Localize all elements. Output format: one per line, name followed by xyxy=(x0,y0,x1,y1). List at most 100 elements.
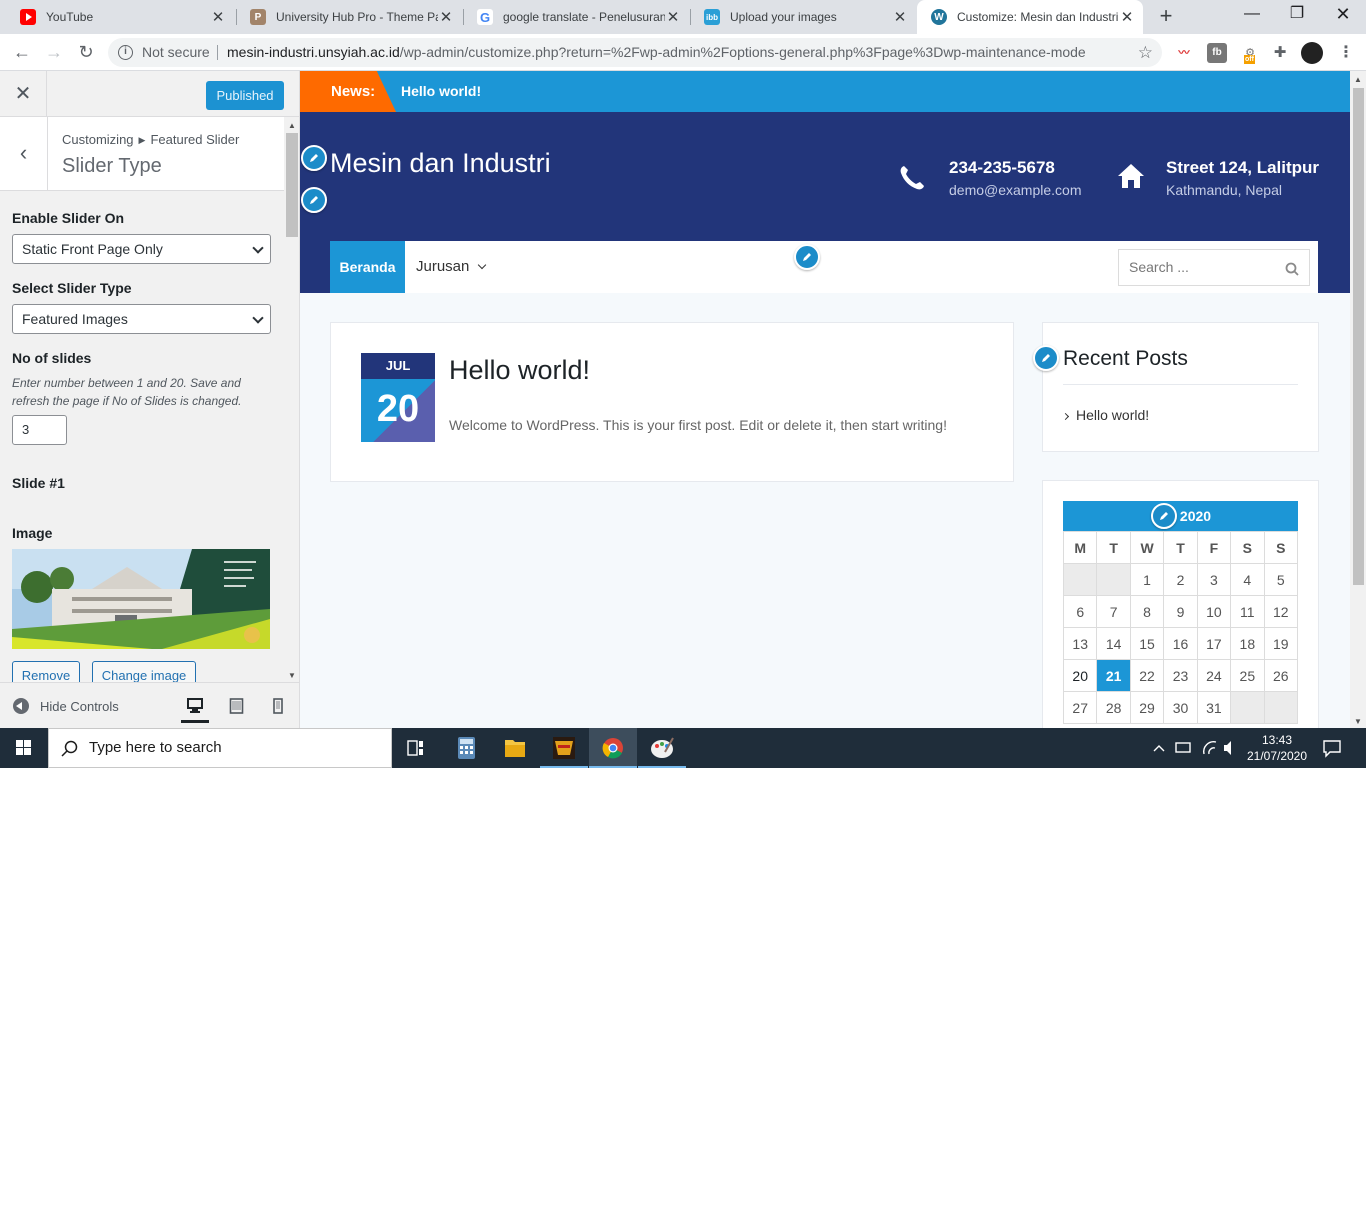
new-tab-button[interactable]: + xyxy=(1155,5,1177,27)
section-title: Slider Type xyxy=(62,155,162,177)
menu-item-beranda[interactable]: Beranda xyxy=(330,241,405,293)
menu-item-jurusan[interactable]: Jurusan xyxy=(416,241,487,293)
minimize-icon[interactable]: — xyxy=(1242,4,1262,24)
customizer-header: ✕ Published xyxy=(0,71,299,117)
news-item-link[interactable]: Hello world! xyxy=(401,71,481,112)
calendar-day-header: F xyxy=(1196,531,1232,564)
game-app[interactable] xyxy=(540,728,588,768)
calendar-day-cell: 3 xyxy=(1196,563,1232,596)
close-customizer-icon[interactable]: ✕ xyxy=(0,71,47,117)
not-secure-label[interactable]: Not secure xyxy=(142,38,210,67)
url-text[interactable]: mesin-industri.unsyiah.ac.id/wp-admin/cu… xyxy=(227,38,1086,67)
edit-shortcut-pencil-icon[interactable] xyxy=(794,244,820,270)
calendar-day-header: S xyxy=(1263,531,1299,564)
taskbar-clock[interactable]: 13:43 21/07/2020 xyxy=(1240,732,1314,764)
search-icon[interactable] xyxy=(1285,262,1299,276)
site-title-link[interactable]: Mesin dan Industri xyxy=(330,148,551,179)
calendar-day-cell: 7 xyxy=(1096,595,1131,628)
news-ticker: News: Hello world! xyxy=(300,71,1350,112)
calendar-day-cell[interactable]: 20 xyxy=(1062,659,1098,692)
tab-university-hub[interactable]: P University Hub Pro - Theme Pa ✕ xyxy=(236,0,462,34)
calendar-day-cell: 25 xyxy=(1230,659,1265,692)
file-explorer-app[interactable] xyxy=(491,728,539,768)
back-chevron-icon[interactable]: ‹ xyxy=(0,117,48,191)
calendar-day-header: M xyxy=(1062,531,1098,564)
task-view-button[interactable] xyxy=(392,728,440,768)
post-date-day: 20 xyxy=(361,379,435,442)
edit-shortcut-pencil-icon[interactable] xyxy=(301,187,327,213)
preview-scrollbar[interactable]: ▲ ▼ xyxy=(1350,71,1366,728)
windows-taskbar: Type here to search 13:43 21/07/2020 xyxy=(0,728,1366,768)
calendar-day-cell: 17 xyxy=(1196,627,1232,660)
edit-shortcut-pencil-icon[interactable] xyxy=(1151,503,1177,529)
tab-title: Upload your images xyxy=(730,10,837,24)
notifications-icon[interactable] xyxy=(1322,738,1342,763)
extension-off-icon[interactable]: ⚙ off xyxy=(1240,43,1260,64)
calendar-day-cell: 19 xyxy=(1263,627,1299,660)
published-button[interactable]: Published xyxy=(206,81,284,110)
imgbb-icon: ibb xyxy=(704,9,720,25)
post-date-badge[interactable]: JUL 20 xyxy=(361,353,435,442)
phone-number: 234-235-5678 xyxy=(949,158,1055,177)
edit-shortcut-pencil-icon[interactable] xyxy=(1033,345,1059,371)
tab-upload-images[interactable]: ibb Upload your images ✕ xyxy=(690,0,916,34)
restore-icon[interactable]: ❐ xyxy=(1287,4,1307,24)
bookmark-star-icon[interactable]: ☆ xyxy=(1138,38,1153,67)
tab-google-translate[interactable]: G google translate - Penelusuran ✕ xyxy=(463,0,689,34)
recent-post-link[interactable]: Hello world! xyxy=(1061,407,1149,423)
chrome-app[interactable] xyxy=(589,728,637,768)
calendar-week-row: 20 21 22 23 24 25 26 xyxy=(1062,659,1299,692)
hide-controls-button[interactable]: Hide Controls xyxy=(13,698,119,714)
edit-shortcut-pencil-icon[interactable] xyxy=(301,145,327,171)
slides-count-input[interactable]: 3 xyxy=(12,415,67,445)
game-icon xyxy=(553,737,575,759)
tablet-preview-button[interactable] xyxy=(223,693,251,723)
extension-lips-icon[interactable]: 〰 xyxy=(1174,43,1194,63)
forward-arrow-icon[interactable]: → xyxy=(43,41,65,63)
customizer-scrollbar[interactable]: ▲ ▼ xyxy=(284,117,299,682)
close-tab-icon[interactable]: ✕ xyxy=(438,8,454,26)
calendar-empty-cell xyxy=(1263,691,1299,724)
close-tab-icon[interactable]: ✕ xyxy=(210,8,226,26)
slider-type-label: Select Slider Type xyxy=(12,280,132,296)
taskbar-search-input[interactable]: Type here to search xyxy=(48,728,392,768)
tab-title: google translate - Penelusuran xyxy=(503,10,665,24)
close-tab-icon[interactable]: ✕ xyxy=(665,8,681,26)
volume-icon xyxy=(1224,741,1231,755)
start-button[interactable] xyxy=(0,728,48,768)
tab-youtube[interactable]: YouTube ✕ xyxy=(6,0,234,34)
profile-avatar[interactable] xyxy=(1301,42,1323,64)
tab-customize[interactable]: W Customize: Mesin dan Industri ✕ xyxy=(917,0,1143,34)
folder-icon xyxy=(505,740,525,757)
info-icon[interactable]: i xyxy=(118,45,133,60)
slider-type-select[interactable]: Featured Images xyxy=(12,304,271,334)
close-tab-icon[interactable]: ✕ xyxy=(892,8,908,26)
calendar-day-header: T xyxy=(1096,531,1131,564)
menu-kebab-icon[interactable]: ⋮ xyxy=(1336,43,1356,63)
close-window-icon[interactable]: ✕ xyxy=(1333,4,1353,24)
paint-app[interactable] xyxy=(638,728,686,768)
calendar-empty-cell xyxy=(1096,563,1131,596)
search-input[interactable]: Search ... xyxy=(1118,249,1310,286)
desktop-preview-button[interactable] xyxy=(181,693,209,723)
slide-image-thumbnail[interactable] xyxy=(12,549,270,649)
chevron-right-icon xyxy=(1061,412,1070,421)
extension-fb-icon[interactable]: fb xyxy=(1207,43,1227,63)
slider-type-value: Featured Images xyxy=(22,311,128,327)
address-bar[interactable]: i Not secure mesin-industri.unsyiah.ac.i… xyxy=(108,38,1162,67)
calendar-day-cell: 14 xyxy=(1096,627,1131,660)
reload-icon[interactable]: ↻ xyxy=(75,41,97,63)
site-preview: News: Hello world! Mesin dan Industri 23… xyxy=(300,71,1366,728)
back-arrow-icon[interactable]: ← xyxy=(11,41,33,63)
calendar-day-cell: 18 xyxy=(1230,627,1265,660)
calculator-app[interactable] xyxy=(442,728,490,768)
post-title-link[interactable]: Hello world! xyxy=(449,355,590,386)
calendar-week-row: 12345 xyxy=(1062,563,1299,596)
calendar-caption: 2020 xyxy=(1063,501,1298,531)
hide-controls-label: Hide Controls xyxy=(40,698,119,714)
customizer-footer: Hide Controls xyxy=(0,682,299,728)
extensions-puzzle-icon[interactable]: ✚ xyxy=(1270,43,1290,63)
enable-slider-select[interactable]: Static Front Page Only xyxy=(12,234,271,264)
mobile-preview-button[interactable] xyxy=(264,693,292,723)
close-tab-icon[interactable]: ✕ xyxy=(1119,8,1135,26)
